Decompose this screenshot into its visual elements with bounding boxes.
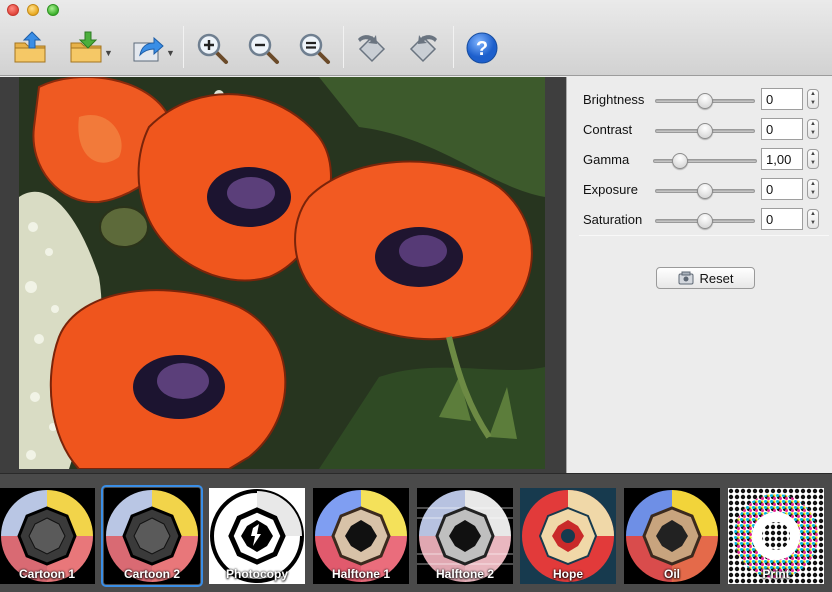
zoom-in-button[interactable]: [192, 28, 232, 68]
gamma-slider-knob[interactable]: [671, 153, 688, 169]
zoom-fit-icon: [299, 33, 330, 64]
preview-image: [19, 77, 545, 469]
gamma-field[interactable]: 1,00: [761, 148, 803, 170]
exposure-stepper[interactable]: ▲ ▼: [807, 179, 819, 199]
brightness-slider[interactable]: [655, 93, 755, 109]
gamma-stepper[interactable]: ▲ ▼: [807, 149, 819, 169]
contrast-slider[interactable]: [655, 123, 755, 139]
filter-halftone-2[interactable]: Halftone 2: [417, 488, 513, 584]
toolbar-separator: [183, 26, 184, 68]
filter-label: Print: [762, 567, 790, 581]
reset-icon: [678, 271, 694, 285]
reset-button[interactable]: Reset: [656, 267, 755, 289]
minimize-window-button[interactable]: [27, 4, 39, 16]
adjust-row-saturation: Saturation 0 ▲ ▼: [583, 208, 827, 232]
gamma-label: Gamma: [583, 152, 630, 167]
adjust-row-gamma: Gamma 1,00 ▲ ▼: [583, 148, 827, 172]
adjust-row-contrast: Contrast 0 ▲ ▼: [583, 118, 827, 142]
share-icon: [133, 36, 164, 62]
contrast-label: Contrast: [583, 122, 633, 137]
filter-cartoon-1[interactable]: Cartoon 1: [0, 488, 95, 584]
save-menu-chevron-down-icon[interactable]: ▼: [104, 48, 113, 58]
folder-download-icon: [70, 31, 102, 63]
gamma-slider[interactable]: [653, 153, 757, 169]
share-menu-chevron-down-icon[interactable]: ▼: [166, 48, 175, 58]
svg-text:?: ?: [476, 38, 488, 60]
toolbar: ▼ ▼ ?: [0, 0, 832, 76]
save-image-button[interactable]: [66, 28, 106, 68]
filter-label: Halftone 2: [435, 567, 494, 581]
adjust-row-exposure: Exposure 0 ▲ ▼: [583, 178, 827, 202]
exposure-slider[interactable]: [655, 183, 755, 199]
filter-label: Photocopy: [226, 567, 288, 581]
contrast-stepper[interactable]: ▲ ▼: [807, 119, 819, 139]
help-icon: ?: [466, 32, 498, 64]
saturation-slider-knob[interactable]: [697, 213, 713, 229]
zoom-fit-button[interactable]: [294, 28, 334, 68]
filter-label: Oil: [663, 567, 680, 581]
toolbar-separator: [343, 26, 344, 68]
exposure-field[interactable]: 0: [761, 178, 803, 200]
toolbar-separator: [453, 26, 454, 68]
filter-label: Cartoon 2: [123, 567, 180, 581]
filter-hope[interactable]: Hope: [520, 488, 616, 584]
adjustments-panel: Brightness 0 ▲ ▼ Contrast 0 ▲ ▼ Gamma 1,00…: [567, 77, 832, 473]
zoom-out-button[interactable]: [243, 28, 283, 68]
adjust-row-brightness: Brightness 0 ▲ ▼: [583, 88, 827, 112]
saturation-field[interactable]: 0: [761, 208, 803, 230]
rotate-left-button[interactable]: [352, 28, 392, 68]
filter-label: Cartoon 1: [18, 567, 75, 581]
help-button[interactable]: ?: [462, 28, 502, 68]
filter-label: Halftone 1: [331, 567, 390, 581]
rotate-right-icon: [409, 35, 437, 63]
filter-oil[interactable]: Oil: [624, 488, 720, 584]
rotate-right-button[interactable]: [403, 28, 443, 68]
contrast-field[interactable]: 0: [761, 118, 803, 140]
exposure-label: Exposure: [583, 182, 638, 197]
filter-photocopy[interactable]: Photocopy: [209, 488, 305, 584]
brightness-slider-knob[interactable]: [697, 93, 713, 109]
saturation-slider[interactable]: [655, 213, 755, 229]
image-canvas[interactable]: [0, 77, 566, 473]
poppy-photo-image: [19, 77, 545, 469]
saturation-stepper[interactable]: ▲ ▼: [807, 209, 819, 229]
brightness-field[interactable]: 0: [761, 88, 803, 110]
close-window-button[interactable]: [7, 4, 19, 16]
open-image-button[interactable]: [10, 28, 50, 68]
folder-upload-icon: [14, 31, 46, 63]
zoom-in-icon: [197, 33, 228, 64]
exposure-slider-knob[interactable]: [697, 183, 713, 199]
filter-label: Hope: [553, 567, 583, 581]
filter-halftone-1[interactable]: Halftone 1: [313, 488, 409, 584]
rotate-left-icon: [358, 35, 386, 63]
zoom-out-icon: [248, 33, 279, 64]
brightness-stepper[interactable]: ▲ ▼: [807, 89, 819, 109]
reset-label: Reset: [699, 270, 734, 286]
zoom-window-button[interactable]: [47, 4, 59, 16]
brightness-label: Brightness: [583, 92, 645, 107]
share-button[interactable]: [128, 28, 168, 68]
filter-cartoon-2[interactable]: Cartoon 2: [101, 485, 203, 587]
saturation-label: Saturation: [583, 212, 643, 227]
filter-print[interactable]: Print: [728, 488, 824, 584]
contrast-slider-knob[interactable]: [697, 123, 713, 139]
panel-divider: [579, 235, 829, 236]
